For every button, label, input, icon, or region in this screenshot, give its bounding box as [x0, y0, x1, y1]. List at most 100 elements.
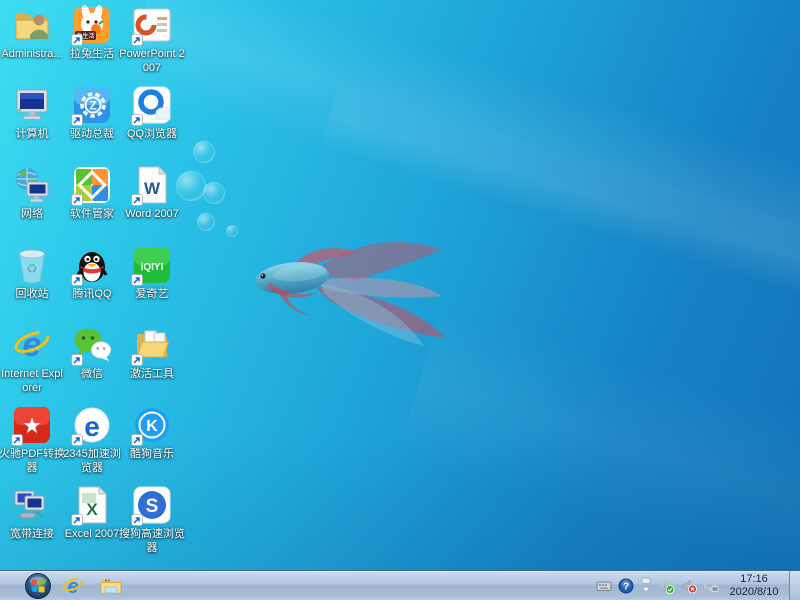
system-tray: ?: [595, 571, 800, 600]
shortcut-arrow-overlay: [71, 113, 83, 125]
desktop-icon-label: 驱动总裁: [59, 127, 125, 141]
taskbar: e: [0, 570, 800, 600]
desktop-icon-pdf-converter[interactable]: ★ 火驰PDF转换器: [2, 404, 62, 484]
desktop-icon-software-manager[interactable]: 软件管家: [62, 164, 122, 244]
desktop-icon-internet-explorer[interactable]: e Internet Explorer: [2, 324, 62, 404]
help-icon[interactable]: ?: [617, 577, 634, 594]
desktop-icon-label: 拉兔生活: [59, 47, 125, 61]
pdf-converter-icon: ★: [11, 404, 53, 446]
windows-logo-icon: [24, 572, 52, 600]
desktop-icon-kugou-music[interactable]: K 酷狗音乐: [122, 404, 182, 484]
bubble: [197, 213, 215, 231]
desktop-icon-recycle-bin[interactable]: ♻ 回收站: [2, 244, 62, 324]
network-status-icon[interactable]: [702, 577, 719, 594]
desktop-icon-label: Word 2007: [119, 207, 185, 221]
shortcut-arrow-overlay: [131, 273, 143, 285]
svg-text:W: W: [144, 179, 161, 198]
desktop-icon-label: 爱奇艺: [119, 287, 185, 301]
qq-browser-icon: [131, 84, 173, 126]
tencent-qq-icon: [71, 244, 113, 286]
iqiyi-icon: iQIYI: [131, 244, 173, 286]
internet-explorer-icon: e: [11, 324, 53, 366]
desktop-icon-wechat[interactable]: 微信: [62, 324, 122, 404]
desktop-icon-label: PowerPoint 2007: [119, 47, 185, 75]
shortcut-arrow-overlay: [71, 33, 83, 45]
shortcut-arrow-overlay: [11, 433, 23, 445]
wechat-icon: [71, 324, 113, 366]
svg-text:?: ?: [622, 581, 628, 592]
kugou-music-icon: K: [131, 404, 173, 446]
bubble: [203, 182, 225, 204]
input-keyboard-icon[interactable]: [595, 577, 612, 594]
desktop-icon-powerpoint[interactable]: PowerPoint 2007: [122, 4, 182, 84]
shortcut-arrow-overlay: [71, 193, 83, 205]
hidden-icons-chevron-icon: [640, 577, 652, 595]
bubble: [193, 141, 215, 163]
driver-ceo-icon: Z: [71, 84, 113, 126]
desktop-icon-label: 腾讯QQ: [59, 287, 125, 301]
show-desktop-button[interactable]: [789, 571, 800, 600]
start-button[interactable]: [22, 571, 54, 600]
desktop-icon-2345-browser[interactable]: e 2345加速浏览器: [62, 404, 122, 484]
desktop-icon-label: QQ浏览器: [119, 127, 185, 141]
desktop-icon-activation-tools[interactable]: 激活工具: [122, 324, 182, 404]
svg-text:♻: ♻: [26, 261, 38, 276]
desktop-icon-label: 计算机: [0, 127, 65, 141]
bubble: [226, 225, 238, 237]
shortcut-arrow-overlay: [131, 513, 143, 525]
show-hidden-icons-button[interactable]: [639, 574, 653, 598]
shortcut-arrow-overlay: [71, 273, 83, 285]
desktop-icon-network[interactable]: 网络: [2, 164, 62, 244]
desktop-icon-tencent-qq[interactable]: 腾讯QQ: [62, 244, 122, 324]
desktop-icon-label: 微信: [59, 367, 125, 381]
light-beam: [121, 0, 800, 438]
rabbit-life-icon: 兔生活: [71, 4, 113, 46]
desktop-icon-label: 火驰PDF转换器: [0, 447, 65, 475]
light-beam: [397, 303, 800, 600]
broadband-icon: [11, 484, 53, 526]
browser-2345-icon: e: [71, 404, 113, 446]
desktop-icon-latu-life[interactable]: 兔生活 拉兔生活: [62, 4, 122, 84]
desktop-icon-broadband[interactable]: 宽带连接: [2, 484, 62, 564]
desktop: Administra... 兔生活: [0, 0, 800, 600]
desktop-icon-label: 激活工具: [119, 367, 185, 381]
powerpoint-icon: [131, 4, 173, 46]
desktop-icon-label: 2345加速浏览器: [59, 447, 125, 475]
excel-icon: X: [71, 484, 113, 526]
desktop-icon-sogou-browser[interactable]: S 搜狗高速浏览器: [122, 484, 182, 564]
windows-explorer-folder-icon: [99, 574, 123, 598]
taskbar-clock[interactable]: 17:16 2020/8/10: [724, 573, 784, 599]
svg-text:X: X: [86, 500, 98, 519]
taskbar-explorer-button[interactable]: [92, 572, 130, 600]
recycle-bin-icon: ♻: [11, 244, 53, 286]
desktop-icon-label: 回收站: [0, 287, 65, 301]
desktop-icon-grid: Administra... 兔生活: [2, 4, 182, 564]
desktop-icon-label: 网络: [0, 207, 65, 221]
desktop-icon-label: 搜狗高速浏览器: [119, 527, 185, 555]
volume-muted-icon[interactable]: [680, 577, 697, 594]
sogou-browser-icon: S: [131, 484, 173, 526]
network-icon: [11, 164, 53, 206]
activation-tools-icon: [131, 324, 173, 366]
desktop-icon-label: 软件管家: [59, 207, 125, 221]
svg-text:e: e: [84, 411, 100, 442]
shortcut-arrow-overlay: [131, 433, 143, 445]
user-folder-icon: [11, 4, 53, 46]
desktop-icon-qq-browser[interactable]: QQ浏览器: [122, 84, 182, 164]
desktop-icon-word[interactable]: W Word 2007: [122, 164, 182, 244]
safely-remove-hardware-icon[interactable]: [658, 577, 675, 594]
shortcut-arrow-overlay: [131, 113, 143, 125]
desktop-icon-excel[interactable]: X Excel 2007: [62, 484, 122, 564]
svg-text:K: K: [146, 418, 158, 435]
shortcut-arrow-overlay: [71, 433, 83, 445]
desktop-icon-driver-ceo[interactable]: Z 驱动总裁: [62, 84, 122, 164]
desktop-icon-administrator[interactable]: Administra...: [2, 4, 62, 84]
clock-date: 2020/8/10: [725, 586, 783, 599]
desktop-icon-label: Internet Explorer: [0, 367, 65, 395]
word-icon: W: [131, 164, 173, 206]
computer-icon: [11, 84, 53, 126]
desktop-icon-computer[interactable]: 计算机: [2, 84, 62, 164]
taskbar-ie-button[interactable]: e: [54, 572, 92, 600]
desktop-icon-iqiyi[interactable]: iQIYI 爱奇艺: [122, 244, 182, 324]
svg-text:S: S: [146, 496, 159, 517]
